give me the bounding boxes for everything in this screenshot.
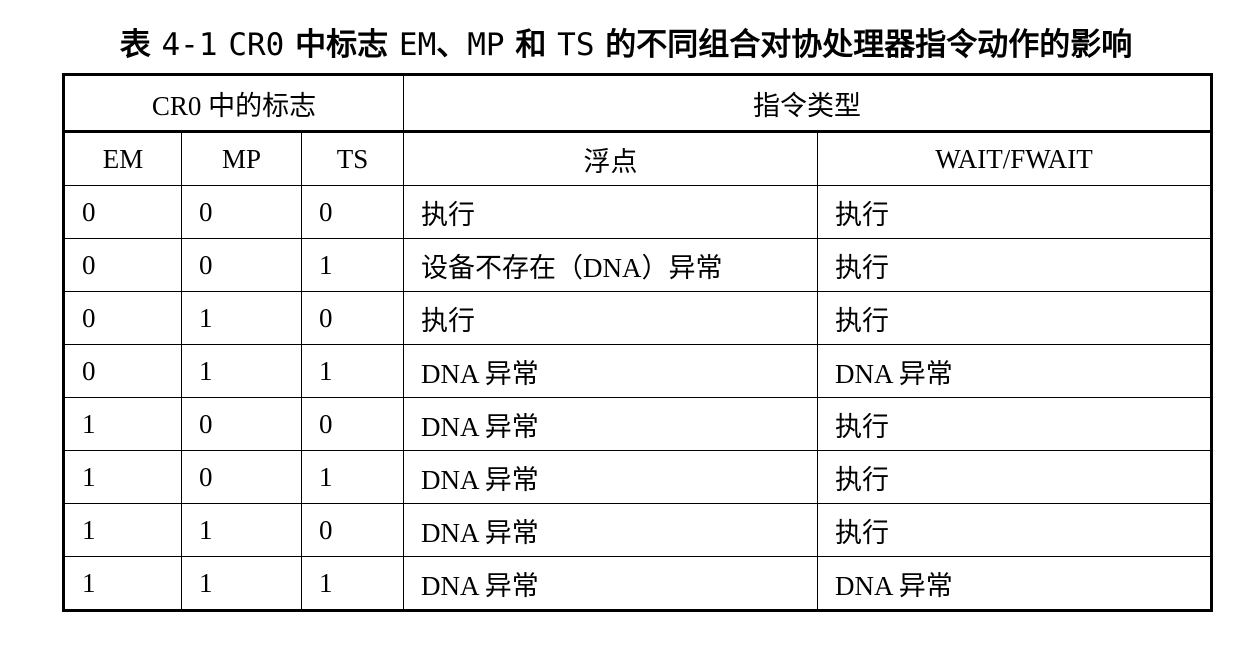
table-row: 0 0 1 设备不存在（DNA）异常 执行 <box>63 238 1213 292</box>
cell-float: 执行 <box>403 291 819 345</box>
cell-wait-fwait: 执行 <box>817 397 1213 451</box>
column-header-wait-fwait: WAIT/FWAIT <box>817 131 1213 186</box>
cell-float: 执行 <box>403 185 819 239</box>
table-row: 1 0 1 DNA 异常 执行 <box>63 450 1213 504</box>
column-header-ts: TS <box>300 131 405 186</box>
column-header-row: EM MP TS 浮点 WAIT/FWAIT <box>63 131 1213 186</box>
cell-wait-fwait: DNA 异常 <box>817 344 1213 398</box>
caption-prefix: 表 <box>119 27 151 63</box>
cell-em: 0 <box>63 185 182 239</box>
table-row: 0 0 0 执行 执行 <box>63 185 1213 239</box>
caption-flag-mp: MP <box>467 27 505 63</box>
cell-mp: 1 <box>181 556 302 611</box>
caption-text-2: 和 <box>515 27 547 63</box>
caption-number: 4-1 <box>161 27 218 63</box>
cell-wait-fwait: 执行 <box>817 238 1213 292</box>
cell-ts: 0 <box>300 397 405 451</box>
cell-float: 设备不存在（DNA）异常 <box>403 238 819 292</box>
cell-mp: 0 <box>181 450 302 504</box>
cell-wait-fwait: 执行 <box>817 185 1213 239</box>
caption-flag-em: EM <box>398 27 437 63</box>
cell-ts: 0 <box>300 503 405 557</box>
cell-em: 1 <box>63 556 182 611</box>
cell-ts: 1 <box>300 556 405 611</box>
cell-wait-fwait: 执行 <box>817 450 1213 504</box>
cell-wait-fwait: DNA 异常 <box>817 556 1213 611</box>
column-header-float: 浮点 <box>403 131 819 186</box>
cell-mp: 0 <box>181 397 302 451</box>
cell-wait-fwait: 执行 <box>817 291 1213 345</box>
table-row: 0 1 0 执行 执行 <box>63 291 1213 345</box>
cell-ts: 0 <box>300 185 405 239</box>
group-header-cr0-flags: CR0 中的标志 <box>62 74 405 132</box>
cell-float: DNA 异常 <box>403 556 819 611</box>
cell-wait-fwait: 执行 <box>817 503 1213 557</box>
cell-ts: 0 <box>300 291 405 345</box>
cell-float: DNA 异常 <box>403 344 819 398</box>
caption-flag-ts: TS <box>557 27 595 63</box>
caption-register: CR0 <box>228 27 285 63</box>
cell-em: 0 <box>63 344 182 398</box>
table-row: 1 1 1 DNA 异常 DNA 异常 <box>63 556 1213 611</box>
cell-float: DNA 异常 <box>403 503 819 557</box>
caption-separator: 、 <box>436 27 468 63</box>
cell-mp: 1 <box>181 291 302 345</box>
table-row: 0 1 1 DNA 异常 DNA 异常 <box>63 344 1213 398</box>
cell-ts: 1 <box>300 450 405 504</box>
cell-ts: 1 <box>300 238 405 292</box>
cell-mp: 0 <box>181 185 302 239</box>
cell-em: 1 <box>63 450 182 504</box>
cell-em: 1 <box>63 503 182 557</box>
caption-text-3: 的不同组合对协处理器指令动作的影响 <box>605 27 1133 63</box>
cell-mp: 1 <box>181 503 302 557</box>
cell-em: 1 <box>63 397 182 451</box>
cell-float: DNA 异常 <box>403 450 819 504</box>
caption-text-1: 中标志 <box>295 27 389 63</box>
group-header-row: CR0 中的标志 指令类型 <box>62 74 1213 132</box>
cell-ts: 1 <box>300 344 405 398</box>
cell-mp: 1 <box>181 344 302 398</box>
column-header-em: EM <box>63 131 182 186</box>
table-caption: 表 4-1 CR0 中标志 EM、MP 和 TS 的不同组合对协处理器指令动作的… <box>0 20 1252 70</box>
coprocessor-flags-table: CR0 中的标志 指令类型 EM MP TS 浮点 WAIT/FWAIT 0 0… <box>62 73 1214 612</box>
group-header-instruction-type: 指令类型 <box>403 74 1213 132</box>
cell-mp: 0 <box>181 238 302 292</box>
cell-float: DNA 异常 <box>403 397 819 451</box>
cell-em: 0 <box>63 238 182 292</box>
table-row: 1 1 0 DNA 异常 执行 <box>63 503 1213 557</box>
cell-em: 0 <box>63 291 182 345</box>
table-row: 1 0 0 DNA 异常 执行 <box>63 397 1213 451</box>
column-header-mp: MP <box>181 131 302 186</box>
